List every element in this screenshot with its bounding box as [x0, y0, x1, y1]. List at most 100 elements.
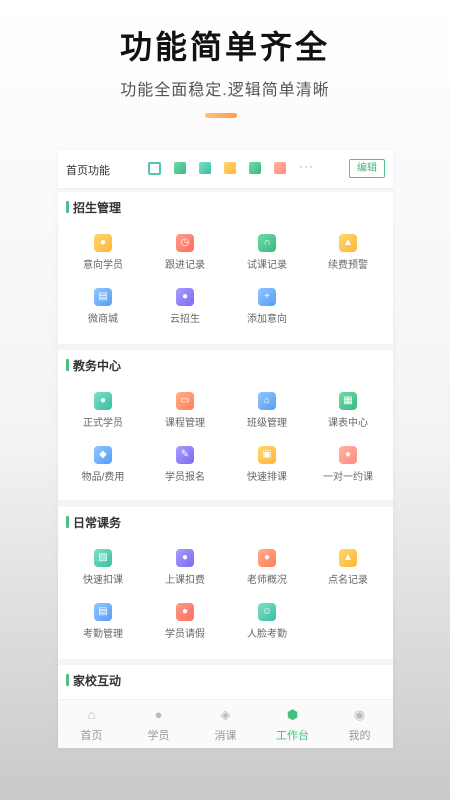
item-label: 考勤管理 [83, 629, 123, 640]
section-marker [66, 516, 69, 528]
book-icon: ▭ [176, 392, 194, 410]
deduct-icon: ▧ [94, 549, 112, 567]
qr-icon[interactable] [148, 162, 161, 175]
item-label: 老师概况 [247, 575, 287, 586]
item-label: 跟进记录 [165, 260, 205, 271]
item-formal-students[interactable]: ● 正式学员 [63, 392, 143, 429]
item-label: 课表中心 [328, 418, 368, 429]
section-header: 日常课务 [66, 515, 122, 530]
item-cloud-enroll[interactable]: ● 云招生 [145, 288, 225, 325]
item-schedule-center[interactable]: ▦ 课表中心 [308, 392, 388, 429]
section-title: 家校互动 [73, 673, 122, 688]
section-marker [66, 201, 69, 213]
item-label: 上课扣费 [165, 575, 205, 586]
item-face-attendance[interactable]: ☺ 人脸考勤 [227, 603, 307, 640]
tab-mine[interactable]: ◉ 我的 [326, 708, 393, 743]
item-label: 学员请假 [165, 629, 205, 640]
tab-label: 消课 [214, 730, 237, 742]
section-academic: 教务中心 ● 正式学员 ▭ 课程管理 ⌂ 班级管理 ▦ 课表中心 ◆ 物品/费用… [58, 350, 393, 500]
calendar-icon: ▦ [339, 392, 357, 410]
item-label: 一对一约课 [323, 472, 373, 483]
tab-consume[interactable]: ◈ 消课 [192, 708, 259, 743]
green-square-icon[interactable] [174, 162, 186, 174]
section-daily: 日常课务 ▧ 快速扣课 ● 上课扣费 ● 老师概况 ▲ 点名记录 ▤ 考勤管理 … [58, 507, 393, 659]
item-one-on-one[interactable]: ● 一对一约课 [308, 446, 388, 483]
class-icon: ⌂ [258, 392, 276, 410]
profile-icon: ◉ [353, 707, 366, 722]
section-title: 日常课务 [73, 515, 122, 530]
face-icon: ☺ [258, 603, 276, 621]
item-label: 云招生 [170, 314, 200, 325]
phone-screen: 首页功能 ··· 编辑 招生管理 ● 意向学员 ◷ 跟进记录 ∩ 试课记录 ▲ … [58, 150, 393, 748]
item-student-leave[interactable]: ● 学员请假 [145, 603, 225, 640]
person-icon: ● [94, 234, 112, 252]
fee-icon: ● [176, 549, 194, 567]
tab-label: 我的 [348, 730, 371, 742]
item-attendance-manage[interactable]: ▤ 考勤管理 [63, 603, 143, 640]
item-intent-students[interactable]: ● 意向学员 [63, 234, 143, 271]
section-enrollment: 招生管理 ● 意向学员 ◷ 跟进记录 ∩ 试课记录 ▲ 续费预警 ▤ 微商城 ●… [58, 192, 393, 344]
schedule-icon: ▣ [258, 446, 276, 464]
clock-icon: ◷ [176, 234, 194, 252]
user-icon: ● [154, 707, 163, 722]
tab-students[interactable]: ● 学员 [125, 708, 192, 743]
pair-icon: ● [339, 446, 357, 464]
tab-workbench[interactable]: ⬢ 工作台 [259, 708, 326, 743]
item-label: 微商城 [88, 314, 118, 325]
tab-label: 工作台 [276, 730, 309, 742]
item-class-manage[interactable]: ⌂ 班级管理 [227, 392, 307, 429]
section-marker [66, 674, 69, 686]
edit-button[interactable]: 编辑 [349, 159, 385, 178]
item-followup-records[interactable]: ◷ 跟进记录 [145, 234, 225, 271]
item-renewal-alert[interactable]: ▲ 续费预警 [308, 234, 388, 271]
item-label: 快速扣课 [83, 575, 123, 586]
tab-home[interactable]: ⌂ 首页 [58, 708, 125, 743]
item-label: 班级管理 [247, 418, 287, 429]
item-micro-mall[interactable]: ▤ 微商城 [63, 288, 143, 325]
green-x-icon[interactable] [199, 162, 211, 174]
item-label: 物品/费用 [81, 472, 125, 483]
home-icon: ⌂ [87, 707, 96, 722]
section-header: 家校互动 [66, 673, 122, 688]
item-label: 学员报名 [165, 472, 205, 483]
item-add-intent[interactable]: + 添加意向 [227, 288, 307, 325]
teacher-icon: ● [258, 549, 276, 567]
item-rollcall-records[interactable]: ▲ 点名记录 [308, 549, 388, 586]
home-functions-title: 首页功能 [66, 165, 110, 177]
pen-icon: ✎ [176, 446, 194, 464]
workbench-icon: ⬢ [286, 707, 299, 722]
item-label: 课程管理 [165, 418, 205, 429]
attendance-icon: ▤ [94, 603, 112, 621]
student-icon: ● [94, 392, 112, 410]
more-icon[interactable]: ··· [299, 159, 314, 173]
home-functions-bar: 首页功能 ··· 编辑 [58, 150, 393, 189]
bottom-tab-bar: ⌂ 首页 ● 学员 ◈ 消课 ⬢ 工作台 ◉ 我的 [58, 699, 393, 748]
item-label: 人脸考勤 [247, 629, 287, 640]
section-header: 教务中心 [66, 358, 122, 373]
item-quick-schedule[interactable]: ▣ 快速排课 [227, 446, 307, 483]
item-goods-fees[interactable]: ◆ 物品/费用 [63, 446, 143, 483]
item-student-signup[interactable]: ✎ 学员报名 [145, 446, 225, 483]
hero-title: 功能简单齐全 [119, 29, 330, 65]
hero-accent-bar [205, 113, 237, 118]
hero-subtitle: 功能全面稳定.逻辑简单清晰 [120, 82, 330, 99]
item-label: 正式学员 [83, 418, 123, 429]
tab-label: 首页 [80, 730, 103, 742]
yellow-person-icon[interactable] [224, 162, 236, 174]
box-icon: ◆ [94, 446, 112, 464]
green-person-icon[interactable] [249, 162, 261, 174]
item-label: 添加意向 [247, 314, 287, 325]
section-title: 教务中心 [73, 358, 122, 373]
red-square-icon[interactable] [274, 162, 286, 174]
item-teacher-overview[interactable]: ● 老师概况 [227, 549, 307, 586]
section-marker [66, 359, 69, 371]
cloud-person-icon: ● [176, 288, 194, 306]
item-class-fee[interactable]: ● 上课扣费 [145, 549, 225, 586]
item-quick-deduct[interactable]: ▧ 快速扣课 [63, 549, 143, 586]
item-trial-records[interactable]: ∩ 试课记录 [227, 234, 307, 271]
item-course-manage[interactable]: ▭ 课程管理 [145, 392, 225, 429]
section-title: 招生管理 [73, 200, 122, 215]
item-label: 意向学员 [83, 260, 123, 271]
item-label: 试课记录 [247, 260, 287, 271]
tab-label: 学员 [147, 730, 170, 742]
